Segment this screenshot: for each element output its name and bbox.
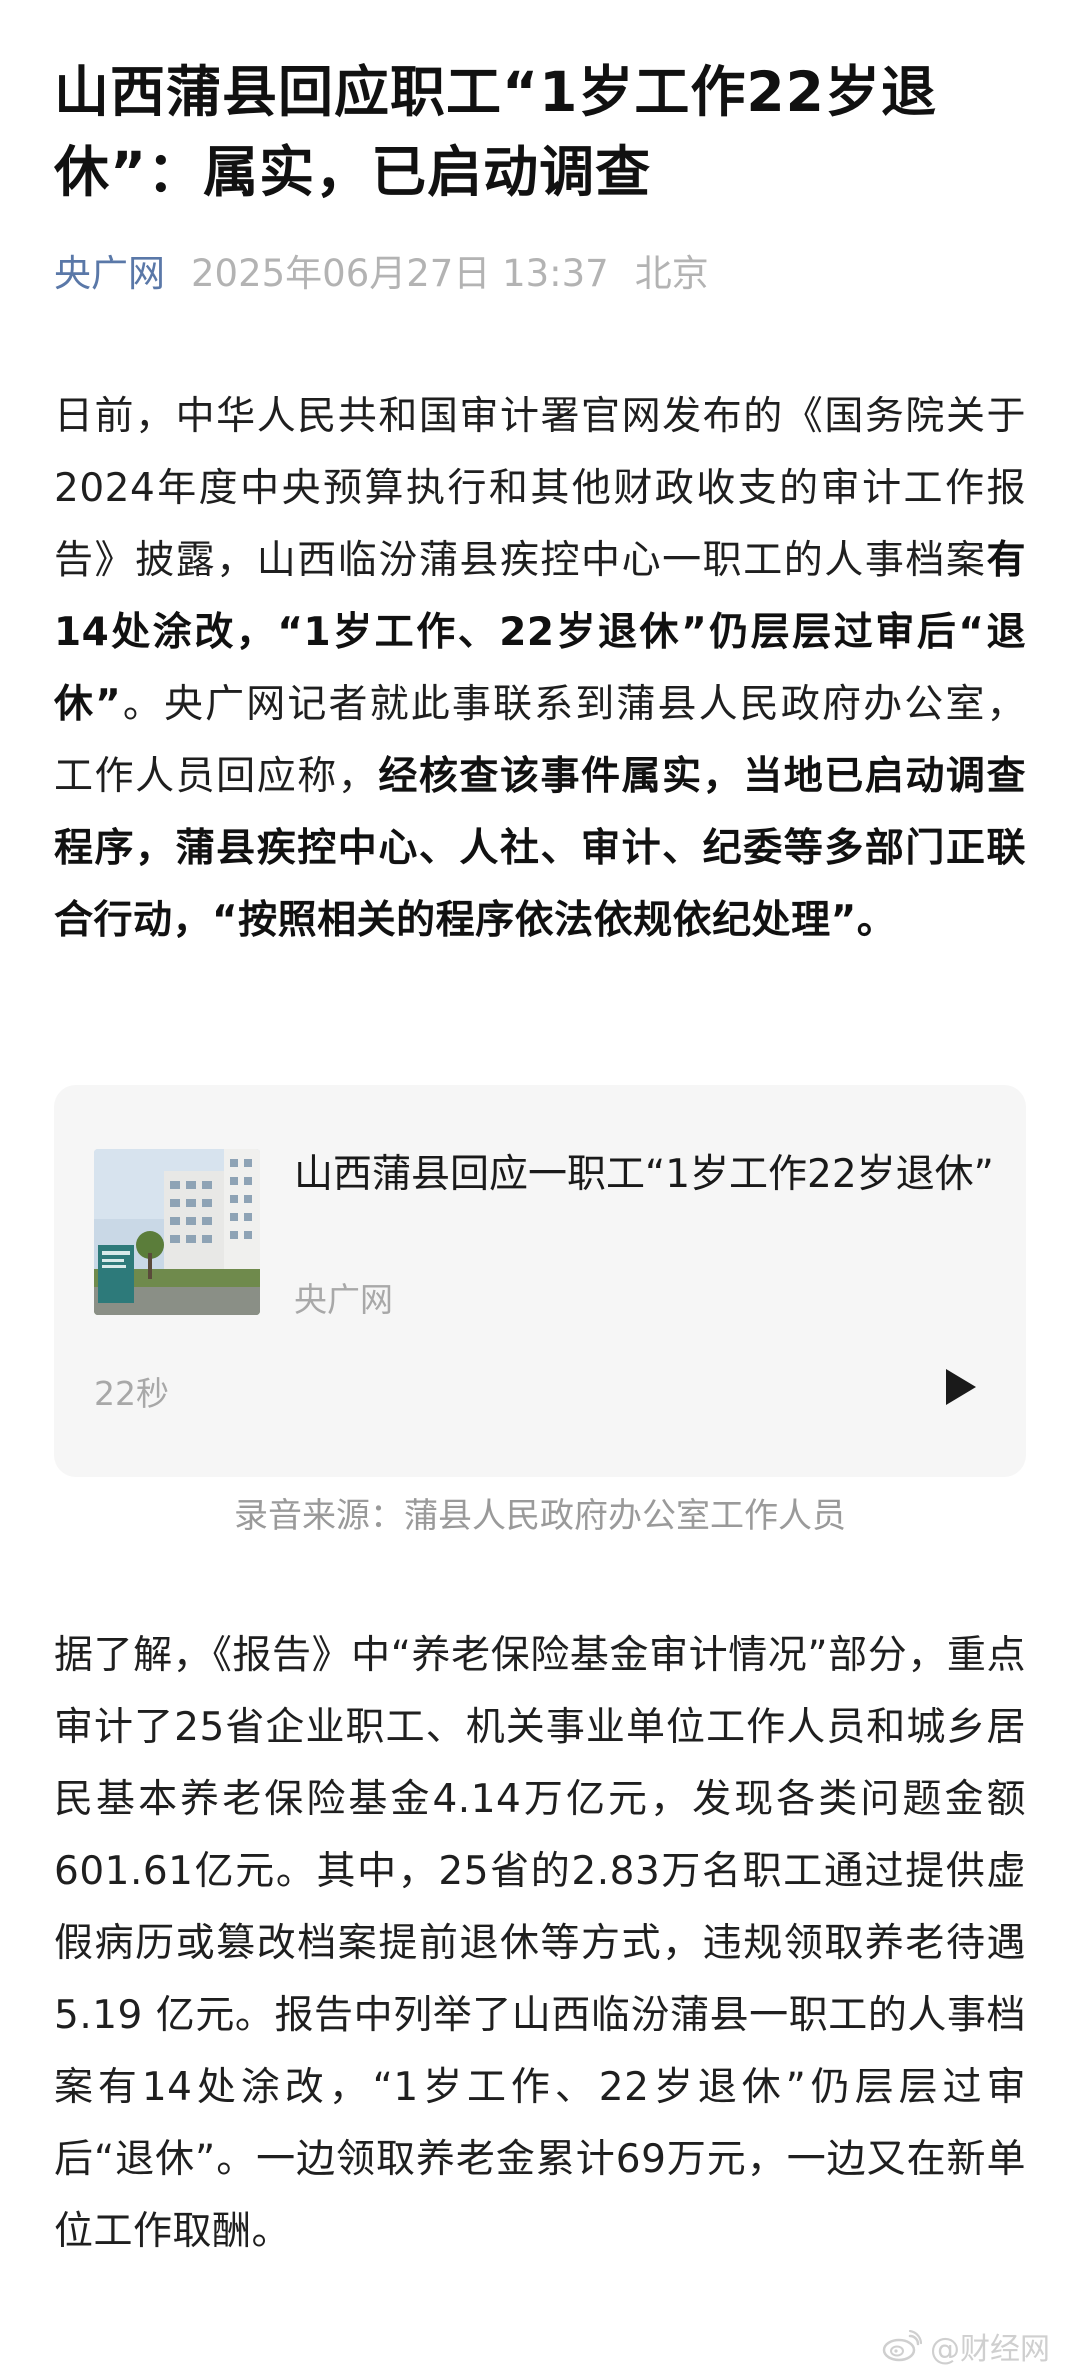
play-icon [946, 1369, 976, 1405]
watermark: @财经网 [882, 2326, 1050, 2367]
paragraph-1-end: 。 [856, 898, 897, 943]
weibo-icon [882, 2330, 922, 2362]
audio-caption: 录音来源：蒲县人民政府办公室工作人员 [234, 1496, 846, 1536]
audio-thumbnail [94, 1149, 260, 1315]
source-link[interactable]: 央广网 [54, 243, 165, 297]
watermark-text: @财经网 [930, 2332, 1050, 2367]
article-page: 山西蒲县回应职工“1岁工作22岁退休”：属实，已启动调查 央广网 2025年06… [0, 0, 1080, 2378]
article-paragraph-1: 日前，中华人民共和国审计署官网发布的《国务院关于2024年度中央预算执行和其他财… [54, 381, 1026, 957]
play-button[interactable] [930, 1357, 990, 1417]
audio-duration: 22秒 [94, 1374, 169, 1413]
publish-time: 2025年06月27日 13:37 [191, 252, 609, 295]
audio-card[interactable]: 山西蒲县回应一职工“1岁工作22岁退休” 央广网 22秒 [54, 1085, 1026, 1477]
audio-source: 央广网 [294, 1280, 393, 1319]
building-photo-icon [94, 1149, 260, 1315]
article-title: 山西蒲县回应职工“1岁工作22岁退休”：属实，已启动调查 [54, 60, 937, 204]
audio-title: 山西蒲县回应一职工“1岁工作22岁退休” [294, 1152, 994, 1197]
article-meta: 央广网 2025年06月27日 13:37 北京 [54, 242, 709, 298]
publish-location: 北京 [634, 252, 709, 295]
paragraph-1-text-a: 日前，中华人民共和国审计署官网发布的《国务院关于2024年度中央预算执行和其他财… [54, 394, 1026, 583]
article-paragraph-2: 据了解，《报告》中“养老保险基金审计情况”部分，重点审计了25省企业职工、机关事… [54, 1633, 1026, 2254]
